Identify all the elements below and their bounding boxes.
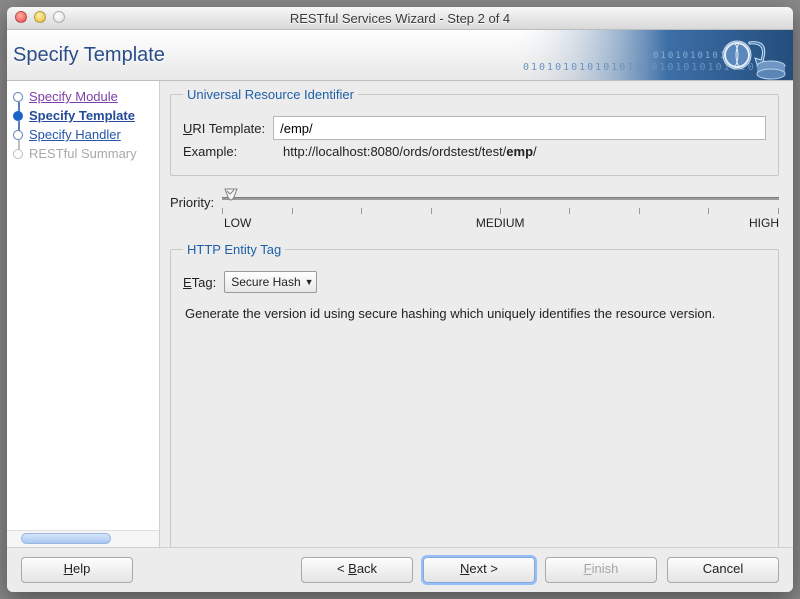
slider-thumb[interactable]: [222, 188, 240, 206]
finish-button: Finish: [545, 557, 657, 583]
priority-low: LOW: [224, 216, 251, 230]
titlebar: RESTful Services Wizard - Step 2 of 4: [7, 7, 793, 30]
page-title: Specify Template: [13, 44, 165, 67]
step-specify-handler[interactable]: Specify Handler: [11, 125, 159, 144]
step-specify-template[interactable]: Specify Template: [11, 106, 159, 125]
step-restful-summary: RESTful Summary: [11, 144, 159, 163]
uri-group: Universal Resource Identifier URI Templa…: [170, 87, 779, 176]
uri-template-row: URI Template:: [183, 116, 766, 140]
slider-track: [222, 197, 779, 200]
step-specify-module[interactable]: Specify Module: [11, 87, 159, 106]
slider-ticks: [222, 208, 779, 214]
uri-example-row: Example: http://localhost:8080/ords/ords…: [183, 144, 766, 159]
priority-row: Priority:: [170, 190, 779, 214]
steps-sidebar: Specify Module Specify Template Specify …: [7, 81, 160, 547]
window-title: RESTful Services Wizard - Step 2 of 4: [7, 11, 793, 26]
step-label: Specify Module: [29, 89, 118, 104]
uri-example-value: http://localhost:8080/ords/ordstest/test…: [283, 144, 537, 159]
steps-list: Specify Module Specify Template Specify …: [7, 81, 159, 530]
etag-group-legend: HTTP Entity Tag: [183, 242, 285, 257]
close-icon[interactable]: [15, 11, 27, 23]
priority-scale-labels: LOW MEDIUM HIGH: [224, 216, 779, 230]
wizard-content: Universal Resource Identifier URI Templa…: [160, 81, 793, 547]
header-art: 0101010101010101010101010101010 01010101…: [513, 30, 793, 80]
uri-template-input[interactable]: [273, 116, 766, 140]
step-dot-icon: [13, 111, 23, 121]
wizard-header: Specify Template 01010101010101010101010…: [7, 30, 793, 81]
etag-label: ETag:: [183, 275, 216, 290]
step-label: Specify Template: [29, 108, 135, 123]
uri-example-label: Example:: [183, 144, 275, 159]
priority-medium: MEDIUM: [476, 216, 525, 230]
priority-slider-wrap: [222, 190, 779, 214]
etag-row: ETag: Secure Hash ▼: [183, 271, 766, 293]
svg-text:01010101010: 01010101010: [653, 51, 735, 61]
priority-high: HIGH: [749, 216, 779, 230]
etag-select[interactable]: Secure Hash ▼: [224, 271, 316, 293]
minimize-icon[interactable]: [34, 11, 46, 23]
wizard-body: Specify Module Specify Template Specify …: [7, 81, 793, 547]
uri-group-legend: Universal Resource Identifier: [183, 87, 358, 102]
wizard-window: RESTful Services Wizard - Step 2 of 4 Sp…: [7, 7, 793, 592]
scrollbar-thumb[interactable]: [21, 533, 111, 544]
cancel-button[interactable]: Cancel: [667, 557, 779, 583]
etag-group: HTTP Entity Tag ETag: Secure Hash ▼ Gene…: [170, 242, 779, 547]
chevron-down-icon: ▼: [305, 277, 314, 287]
help-button[interactable]: Help: [21, 557, 133, 583]
sidebar-scrollbar[interactable]: [7, 530, 159, 547]
next-button[interactable]: Next >: [423, 557, 535, 583]
step-dot-icon: [13, 130, 23, 140]
priority-label: Priority:: [170, 195, 214, 210]
etag-description: Generate the version id using secure has…: [185, 305, 764, 323]
zoom-icon[interactable]: [53, 11, 65, 23]
uri-template-label: URI Template:: [183, 121, 265, 136]
step-dot-icon: [13, 149, 23, 159]
window-controls: [15, 11, 65, 23]
step-label: Specify Handler: [29, 127, 121, 142]
priority-slider[interactable]: [222, 190, 779, 206]
step-label: RESTful Summary: [29, 146, 137, 161]
wizard-footer: Help < Back Next > Finish Cancel: [7, 547, 793, 592]
back-button[interactable]: < Back: [301, 557, 413, 583]
step-dot-icon: [13, 92, 23, 102]
etag-selected: Secure Hash: [231, 275, 300, 289]
